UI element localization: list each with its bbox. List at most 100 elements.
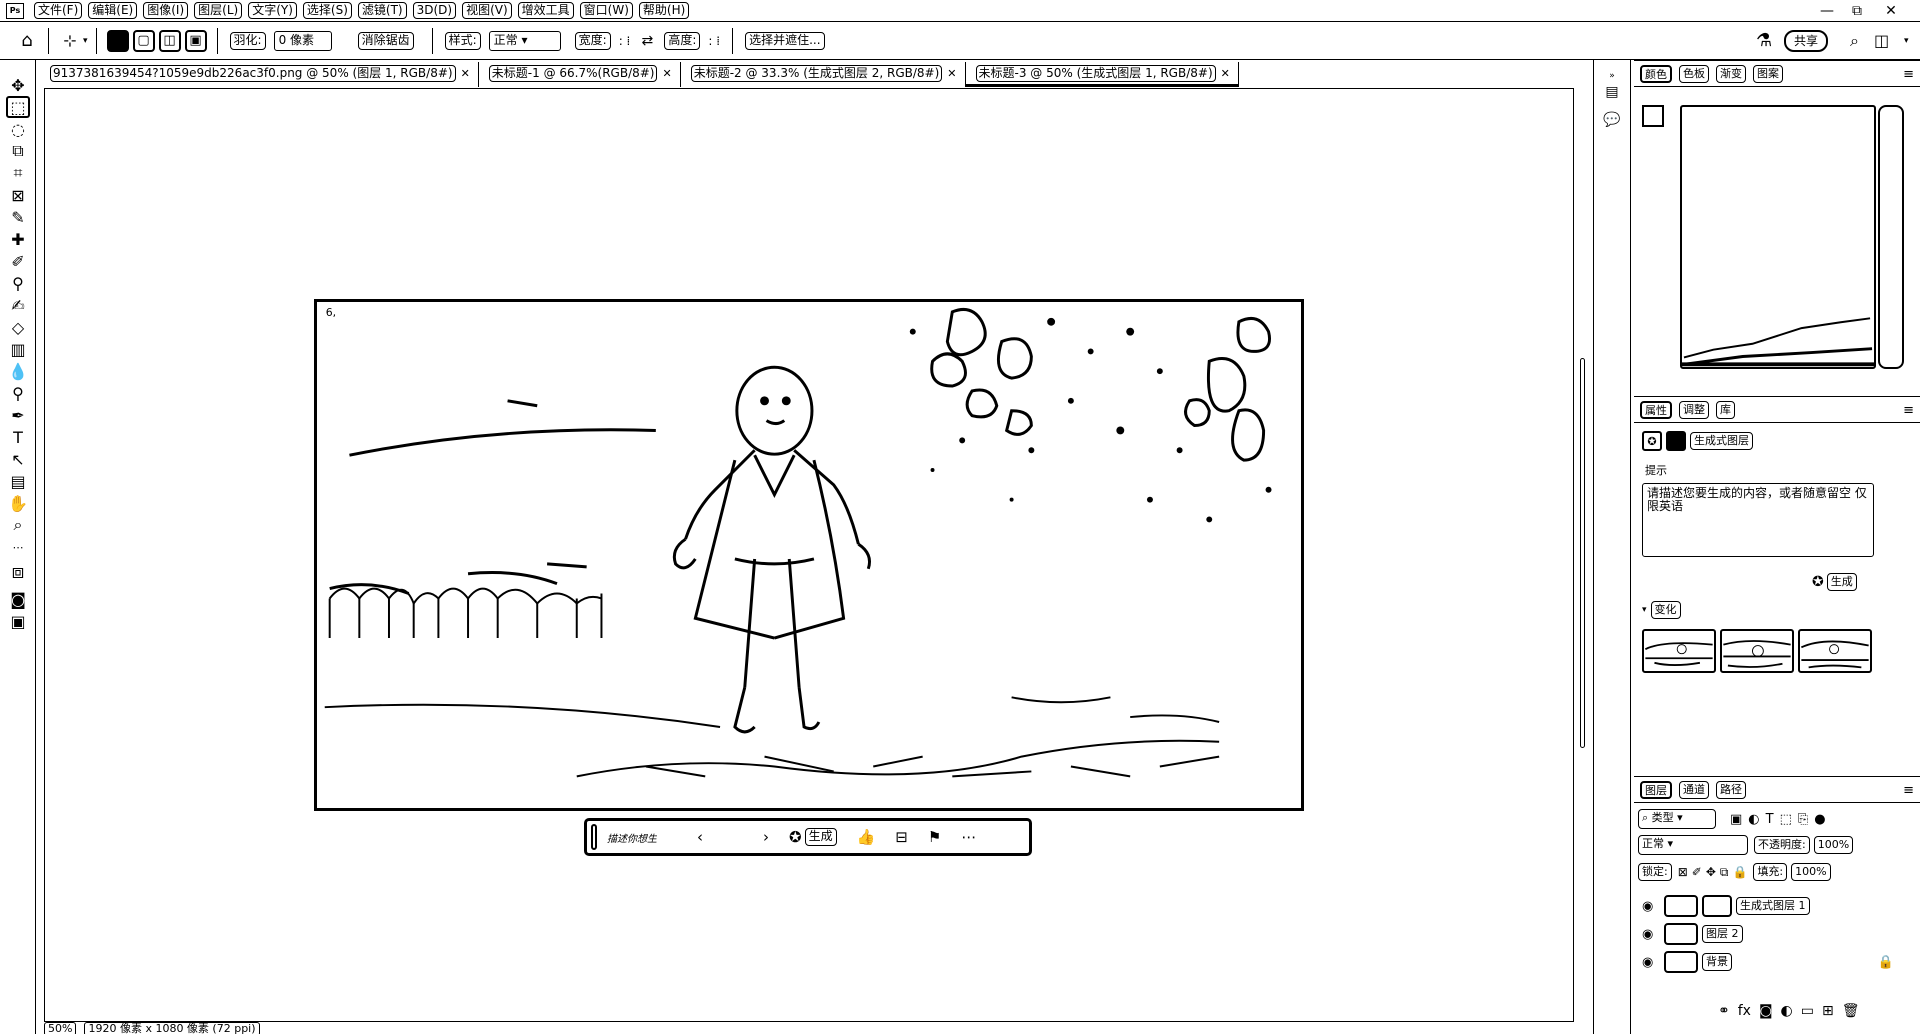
rectangle-tool-icon[interactable]: ▤ (6, 470, 30, 492)
adjustment-layer-icon[interactable]: ◐ (1781, 1003, 1793, 1019)
opacity-input[interactable]: 100% (1813, 836, 1854, 854)
lock-image-icon[interactable]: ✐ (1692, 865, 1702, 879)
subtract-selection-icon[interactable]: ◫ (158, 29, 181, 52)
menu-edit[interactable]: 编辑(E) (88, 2, 138, 19)
menu-filter[interactable]: 滤镜(T) (357, 2, 407, 19)
add-mask-icon[interactable]: ◙ (1759, 1003, 1773, 1019)
crop-tool-icon[interactable]: ⌗ (6, 162, 30, 184)
variations-row[interactable]: ▾ 变化 (1642, 601, 1681, 619)
marquee-tool-preset-icon[interactable]: ⊹ (59, 30, 81, 52)
prompt-input[interactable]: 描述你想生成 (607, 830, 657, 845)
menu-type[interactable]: 文字(Y) (248, 2, 297, 19)
doc-tab-2[interactable]: 未标题-1 @ 66.7%(RGB/8#) ✕ (479, 62, 681, 87)
filter-shape-icon[interactable]: ⬚ (1780, 812, 1792, 827)
foreground-background-color-icon[interactable]: ⧈ (6, 559, 30, 583)
dodge-tool-icon[interactable]: ⚲ (6, 382, 30, 404)
doc-tab-4-active[interactable]: 未标题-3 @ 50% (生成式图层 1, RGB/8#) ✕ (965, 62, 1239, 87)
zoom-tool-icon[interactable]: ⌕ (6, 514, 30, 536)
intersect-selection-icon[interactable]: ▣ (184, 29, 207, 52)
home-icon[interactable]: ⌂ (16, 30, 38, 52)
tab-layers[interactable]: 图层 (1640, 780, 1672, 799)
scrollbar-thumb[interactable] (1580, 358, 1585, 748)
prompt-textarea[interactable]: 请描述您要生成的内容，或者随意留空 仅限英语 (1642, 483, 1874, 557)
filter-pixel-icon[interactable]: ▣ (1730, 812, 1742, 827)
visibility-eye-icon[interactable]: ◉ (1642, 927, 1664, 942)
hue-slider[interactable] (1878, 105, 1904, 369)
rectangular-marquee-tool-icon[interactable]: ⬚ (6, 96, 30, 118)
layer-row[interactable]: ◉ 生成式图层 1 (1634, 893, 1920, 919)
layer-style-icon[interactable]: fx (1738, 1003, 1751, 1019)
layer-filter-select[interactable]: ⌕ 类型 ▾ (1638, 809, 1716, 829)
layer-name[interactable]: 背景 (1702, 953, 1732, 971)
width-input[interactable]: : ⁞ (619, 34, 631, 48)
new-selection-icon[interactable] (106, 29, 129, 52)
more-tools-icon[interactable]: ⋯ (6, 536, 30, 558)
select-and-mask-button[interactable]: 选择并遮住... (745, 31, 825, 50)
screen-mode-icon[interactable]: ▣ (6, 610, 30, 632)
layer-row[interactable]: ◉ 背景 🔒 (1634, 949, 1920, 975)
filter-adjustment-icon[interactable]: ◐ (1748, 812, 1759, 827)
tab-patterns[interactable]: 图案 (1753, 64, 1783, 83)
add-to-selection-icon[interactable]: ▢ (132, 29, 155, 52)
path-selection-tool-icon[interactable]: ↖ (6, 448, 30, 470)
layer-name[interactable]: 图层 2 (1702, 925, 1743, 943)
close-icon[interactable]: ✕ (662, 65, 671, 82)
trash-icon[interactable]: 🗑 (1842, 1003, 1860, 1019)
menu-view[interactable]: 视图(V) (462, 2, 512, 19)
eraser-tool-icon[interactable]: ◇ (6, 316, 30, 338)
pen-tool-icon[interactable]: ✒ (6, 404, 30, 426)
menu-plugins[interactable]: 增效工具 (517, 2, 574, 19)
thumbs-down-icon[interactable]: ⊟ (895, 828, 908, 846)
filter-type-icon[interactable]: T (1766, 812, 1774, 827)
filter-toggle-icon[interactable]: ● (1814, 812, 1825, 827)
tab-libraries[interactable]: 库 (1716, 400, 1735, 419)
visibility-eye-icon[interactable]: ◉ (1642, 955, 1664, 970)
brush-tool-icon[interactable]: ✐ (6, 250, 30, 272)
menu-select[interactable]: 选择(S) (302, 2, 352, 19)
gradient-tool-icon[interactable]: ▥ (6, 338, 30, 360)
variation-thumbnail-2[interactable] (1720, 629, 1794, 673)
search-icon[interactable]: ⌕ (1850, 31, 1859, 51)
minimize-button[interactable]: — (1818, 2, 1836, 19)
vertical-scrollbar[interactable] (1575, 88, 1591, 1022)
type-tool-icon[interactable]: T (6, 426, 30, 448)
tab-paths[interactable]: 路径 (1716, 780, 1746, 799)
menu-layer[interactable]: 图层(L) (194, 2, 243, 19)
lock-all-icon[interactable]: 🔒 (1732, 865, 1747, 879)
menu-image[interactable]: 图像(I) (143, 2, 189, 19)
menu-help[interactable]: 帮助(H) (638, 2, 690, 19)
doc-tab-3[interactable]: 未标题-2 @ 33.3% (生成式图层 2, RGB/8#) ✕ (681, 62, 966, 87)
panel-menu-icon[interactable]: ≡ (1903, 67, 1914, 82)
flag-icon[interactable]: ⚑ (928, 828, 941, 846)
lock-artboard-icon[interactable]: ⧉ (1720, 865, 1729, 880)
thumbs-up-icon[interactable]: 👍 (857, 828, 876, 846)
object-selection-tool-icon[interactable]: ⧉ (6, 140, 30, 162)
previous-variation-icon[interactable]: ‹ (697, 828, 703, 846)
link-layers-icon[interactable]: ⚭ (1718, 1003, 1730, 1019)
frame-tool-icon[interactable]: ⊠ (6, 184, 30, 206)
doc-tab-1[interactable]: 9137381639454?1059e9db226ac3f0.png @ 50%… (40, 62, 479, 87)
eyedropper-tool-icon[interactable]: ✎ (6, 206, 30, 228)
blend-mode-select[interactable]: 正常 ▾ (1638, 835, 1748, 855)
lock-transparent-icon[interactable]: ⊠ (1678, 865, 1688, 879)
blur-tool-icon[interactable]: 💧 (6, 360, 30, 382)
lasso-tool-icon[interactable]: ◌ (6, 118, 30, 140)
tab-swatches[interactable]: 色板 (1679, 64, 1709, 83)
hand-tool-icon[interactable]: ✋ (6, 492, 30, 514)
canvas-area[interactable]: 6, (44, 88, 1574, 1022)
document-image[interactable]: 6, (314, 299, 1304, 811)
menu-window[interactable]: 窗口(W) (579, 2, 633, 19)
close-icon[interactable]: ✕ (1221, 65, 1230, 82)
tab-color[interactable]: 颜色 (1640, 64, 1672, 83)
tab-properties[interactable]: 属性 (1640, 400, 1672, 419)
workspace-icon[interactable]: ◫ (1874, 31, 1889, 50)
chevron-down-icon[interactable]: ▾ (83, 36, 88, 46)
variation-thumbnail-1[interactable] (1642, 629, 1716, 673)
style-select[interactable]: 正常 ▾ (488, 30, 561, 51)
layer-name[interactable]: 生成式图层 1 (1736, 897, 1810, 915)
generate-button[interactable]: ✪ 生成 (789, 828, 837, 846)
swap-dimensions-icon[interactable]: ⇄ (636, 30, 658, 52)
feather-input[interactable]: 0 像素 (273, 30, 332, 51)
properties-generate-button[interactable]: ✪ 生成 (1812, 573, 1857, 591)
zoom-level[interactable]: 50% (44, 1022, 77, 1034)
